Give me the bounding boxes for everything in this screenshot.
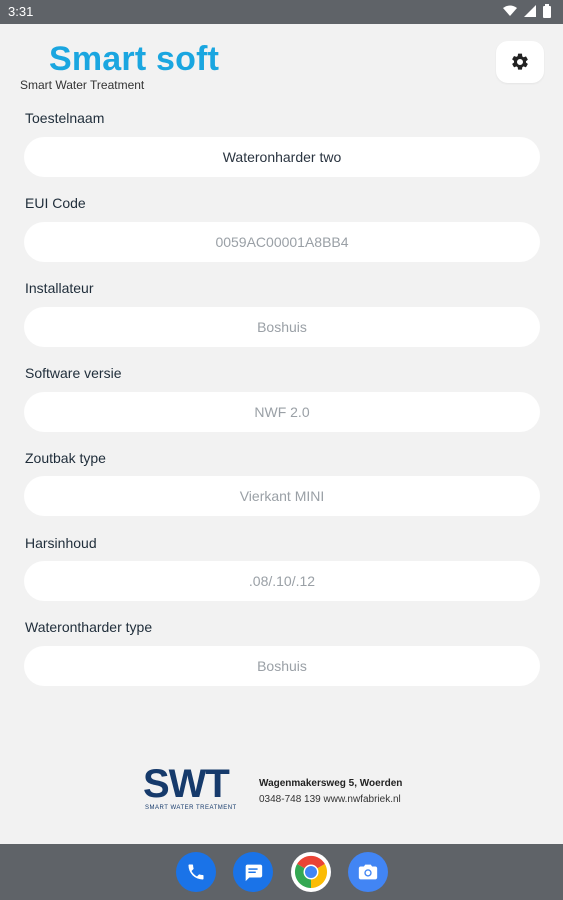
battery-icon [543,4,551,18]
status-time: 3:31 [8,4,34,19]
messages-app-button[interactable] [233,852,273,892]
field-zoutbak-type[interactable]: Vierkant MINI [24,476,540,516]
field-eui-code[interactable]: 0059AC00001A8BB4 [24,222,540,262]
gear-icon [512,53,528,70]
signal-icon [524,5,536,17]
label-zoutbak-type: Zoutbak type [25,450,106,466]
camera-app-button[interactable] [348,852,388,892]
status-icons [503,4,551,18]
label-eui-code: EUI Code [25,195,86,211]
camera-icon [358,864,378,880]
field-software-versie[interactable]: NWF 2.0 [24,392,540,432]
app-subtitle: Smart Water Treatment [20,78,145,92]
footer-address: Wagenmakersweg 5, Woerden [259,778,403,789]
nav-bar [0,844,563,900]
field-waterontharder-type[interactable]: Boshuis [24,646,540,686]
phone-app-button[interactable] [176,852,216,892]
wifi-icon [503,5,517,16]
label-harsinhoud: Harsinhoud [25,535,97,551]
swt-logo: SWT SMART WATER TREATMENT [143,762,247,816]
chrome-icon [294,855,328,889]
status-bar: 3:31 [0,0,563,24]
field-harsinhoud[interactable]: .08/.10/.12 [24,561,540,601]
field-toestelnaam[interactable]: Wateronharder two [24,137,540,177]
footer-contact: 0348-748 139 www.nwfabriek.nl [259,794,401,805]
messages-icon [245,864,263,882]
label-waterontharder-type: Waterontharder type [25,619,153,635]
phone-icon [188,864,204,880]
app-title: Smart soft [49,40,220,78]
chrome-app-button[interactable] [291,852,331,892]
label-installateur: Installateur [25,280,94,296]
label-toestelnaam: Toestelnaam [25,110,105,126]
settings-button[interactable] [496,41,544,83]
field-installateur[interactable]: Boshuis [24,307,540,347]
swt-logo-tagline: SMART WATER TREATMENT [145,805,237,811]
swt-logo-text: SWT [143,762,230,806]
label-software-versie: Software versie [25,365,122,381]
